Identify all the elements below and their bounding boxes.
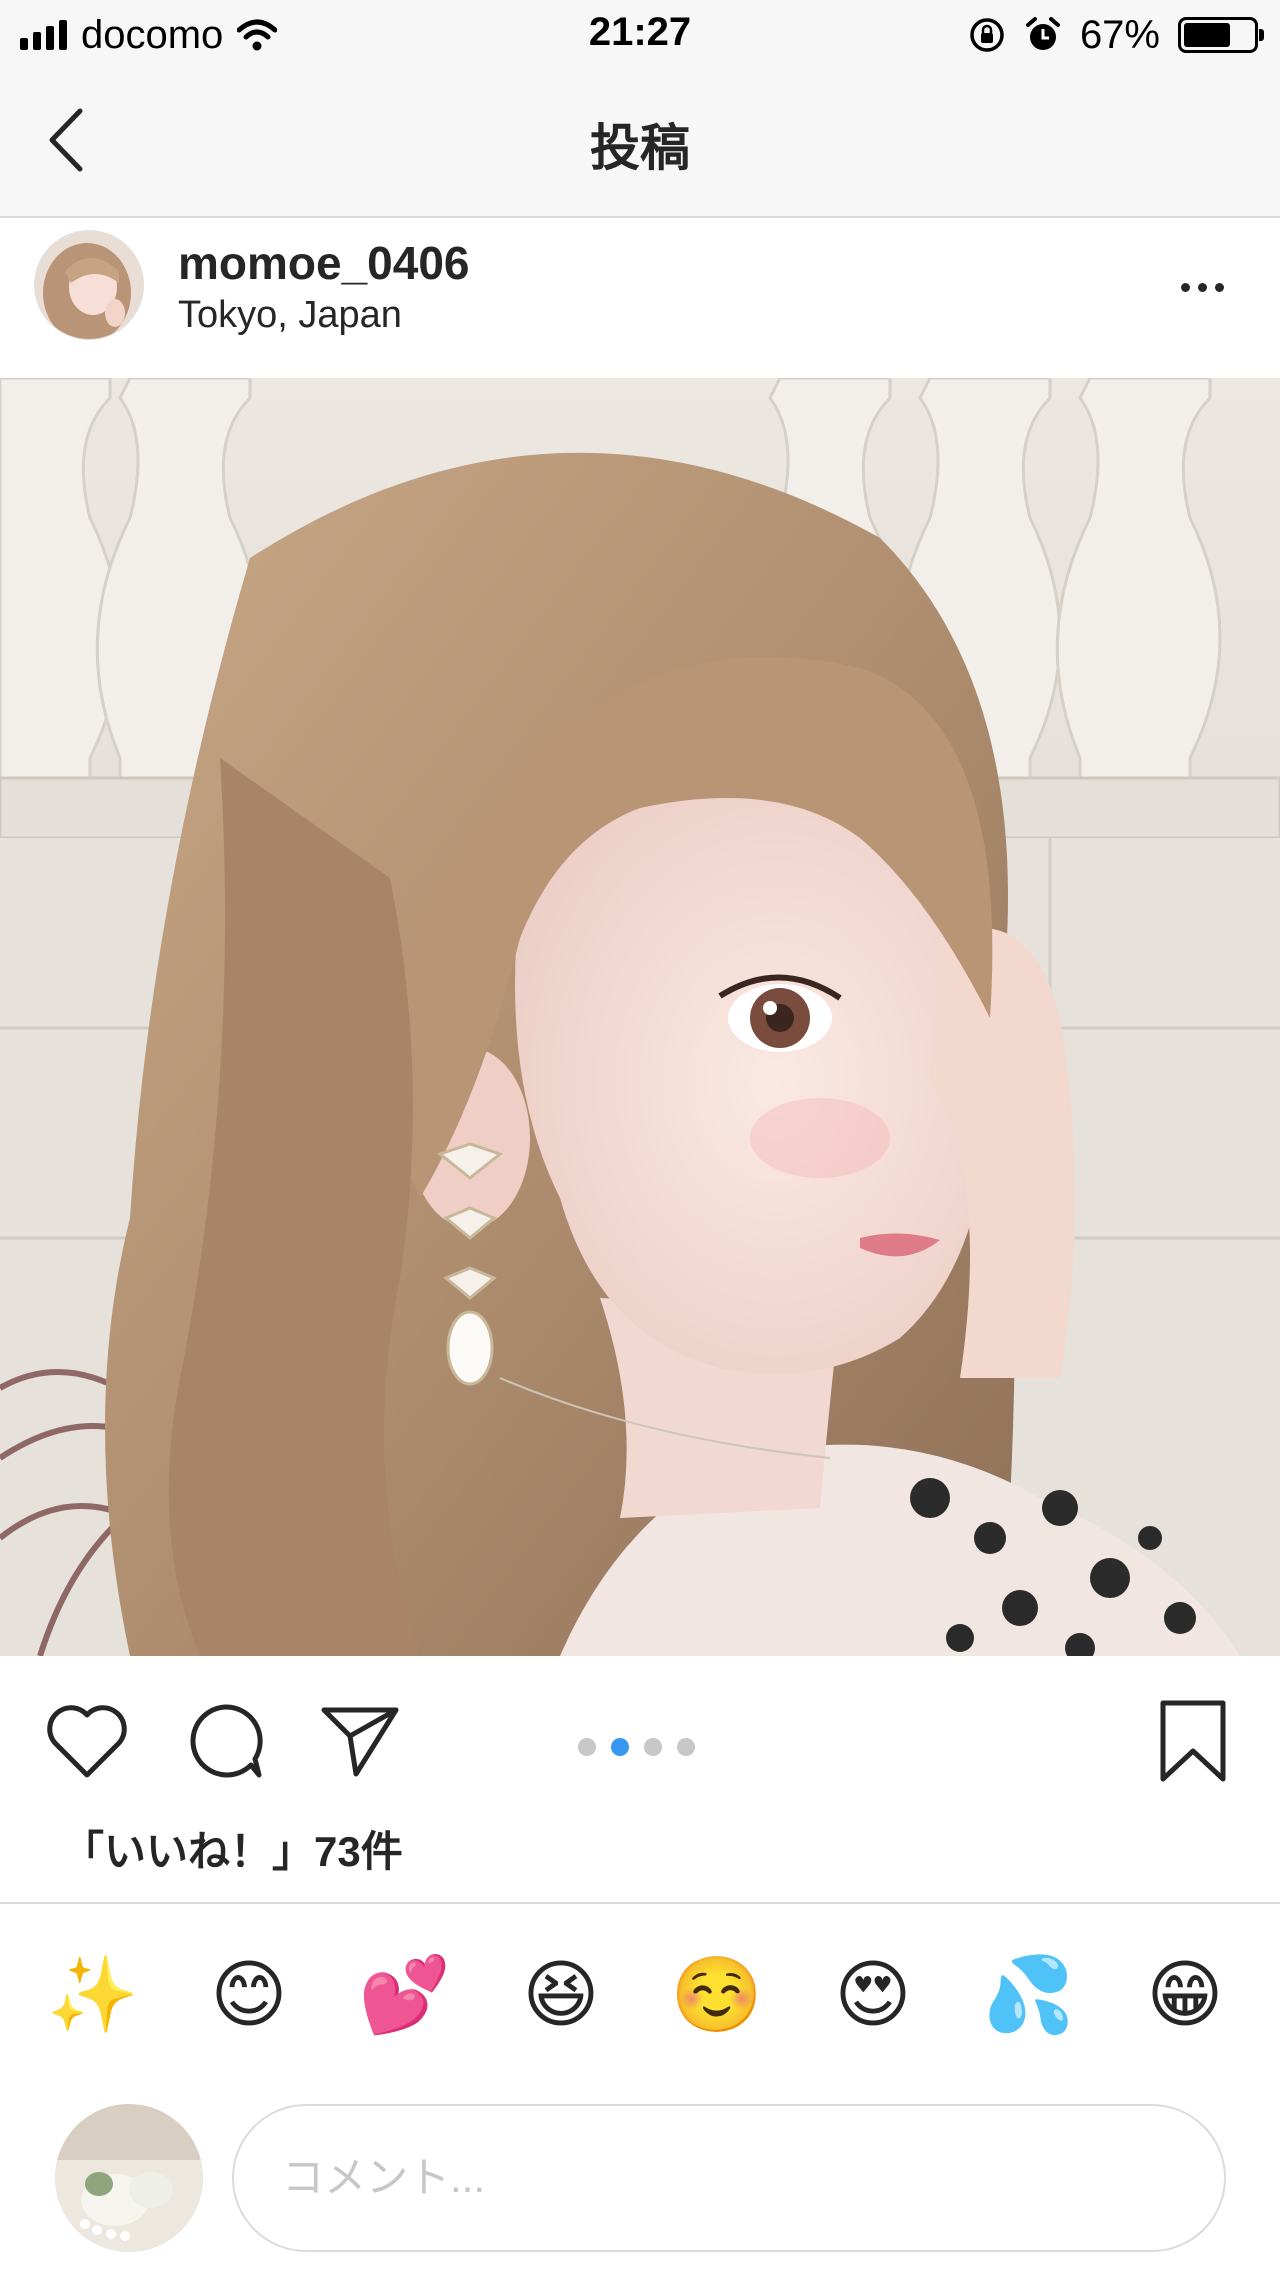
battery-fill — [1184, 23, 1230, 47]
comment-input[interactable] — [232, 2104, 1226, 2252]
battery-percentage: 67% — [1079, 12, 1160, 57]
current-user-avatar — [55, 2104, 203, 2252]
more-options-button[interactable] — [1172, 272, 1232, 302]
comment-button[interactable] — [180, 1696, 270, 1786]
author-avatar[interactable] — [34, 230, 144, 340]
more-dot — [1197, 282, 1207, 292]
author-avatar-image — [35, 231, 143, 339]
post-header: momoe_0406 Tokyo, Japan — [0, 218, 1280, 378]
save-button[interactable] — [1148, 1696, 1238, 1786]
like-button[interactable] — [42, 1696, 132, 1786]
status-bar: docomo 21:27 67% — [0, 0, 1280, 70]
navigation-bar: 投稿 — [0, 70, 1280, 218]
post-action-bar — [0, 1656, 1280, 1816]
current-user-avatar-image — [55, 2104, 203, 2252]
carousel-dot-active — [611, 1738, 629, 1756]
emoji-relaxed-button[interactable]: ☺️ — [662, 1940, 772, 2050]
share-button[interactable] — [315, 1696, 405, 1786]
emoji-two-hearts-button[interactable]: 💕 — [350, 1940, 460, 2050]
send-icon — [321, 1707, 399, 1777]
emoji-sparkles-button[interactable]: ✨ — [38, 1940, 148, 2050]
emoji-laughing-button[interactable]: 😆 — [506, 1940, 616, 2050]
orientation-lock-icon — [970, 18, 1004, 52]
comment-bar — [0, 2080, 1280, 2277]
post-photo[interactable] — [0, 378, 1280, 1656]
emoji-grin-button[interactable]: 😁 — [1130, 1940, 1240, 2050]
emoji-quick-bar: ✨ 😊 💕 😆 ☺️ 😍 💦 😁 — [0, 1940, 1280, 2050]
carousel-dot — [677, 1738, 695, 1756]
carousel-dot — [644, 1738, 662, 1756]
bookmark-icon — [1160, 1700, 1226, 1782]
emoji-heart-eyes-button[interactable]: 😍 — [818, 1940, 928, 2050]
post-location[interactable]: Tokyo, Japan — [178, 294, 402, 337]
divider — [0, 1902, 1280, 1904]
more-dot — [1214, 282, 1224, 292]
emoji-smile-button[interactable]: 😊 — [194, 1940, 304, 2050]
portrait-photo — [0, 378, 1280, 1656]
heart-icon — [47, 1705, 127, 1778]
battery-icon — [1178, 17, 1264, 53]
likes-count[interactable]: 「いいね！」73件 — [62, 1818, 403, 1879]
page-title: 投稿 — [590, 120, 690, 176]
emoji-sweat-drops-button[interactable]: 💦 — [974, 1940, 1084, 2050]
alarm-icon — [1025, 17, 1060, 50]
author-username[interactable]: momoe_0406 — [178, 236, 470, 290]
carousel-page-indicator — [578, 1738, 695, 1756]
more-dot — [1180, 282, 1190, 292]
status-bar-right: 67% — [968, 12, 1264, 58]
carousel-dot — [578, 1738, 596, 1756]
comment-bubble-icon — [190, 1704, 263, 1778]
